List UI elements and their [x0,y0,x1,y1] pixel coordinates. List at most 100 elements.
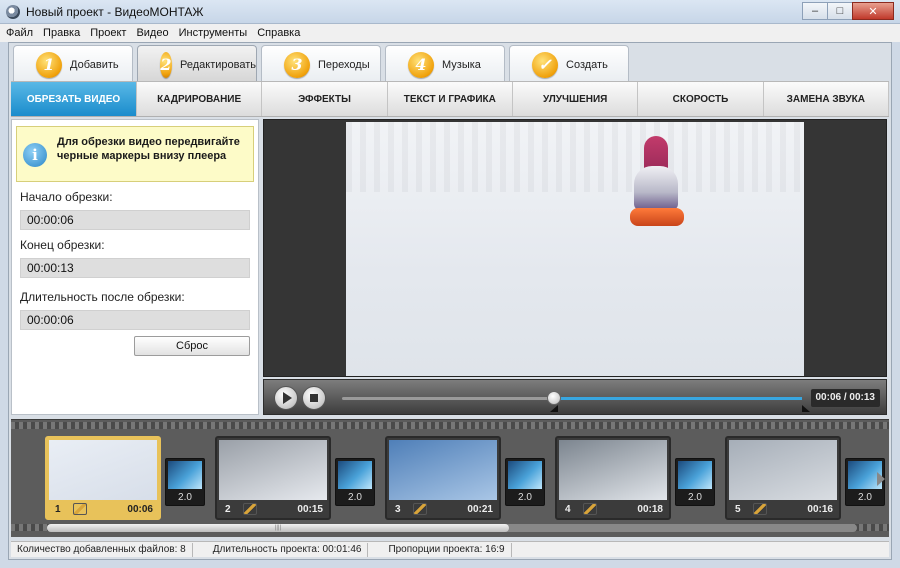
menu-project[interactable]: Проект [90,27,126,39]
status-aspect-ratio: Пропорции проекта: 16:9 [368,542,512,557]
transition-2[interactable]: 2.0 [335,458,375,506]
clip-duration: 00:18 [637,503,663,515]
clip-number: 3 [395,503,401,515]
step-label: Музыка [442,58,481,71]
transition-thumbnail [678,461,712,489]
background-trees [346,122,804,192]
step-label: Добавить [70,58,119,71]
film-strip-top [11,422,889,429]
kids-on-sled-image [630,136,684,232]
menu-video[interactable]: Видео [136,27,168,39]
minimize-button[interactable]: – [802,2,828,20]
step-label: Переходы [318,58,370,71]
transition-thumbnail [508,461,542,489]
info-hint: i Для обрезки видео передвигайте черные … [16,126,254,182]
main-frame: 1 Добавить 2 Редактировать 3 Переходы 4 … [8,42,892,560]
step-edit[interactable]: 2 Редактировать [137,45,257,83]
clip-number: 1 [55,503,61,515]
edit-pencil-icon[interactable] [583,503,597,515]
trim-start-marker[interactable] [550,405,558,412]
clip-number: 4 [565,503,571,515]
clip-5[interactable]: 5 00:16 [725,436,841,520]
menu-bar: Файл Правка Проект Видео Инструменты Спр… [0,24,900,42]
clip-4[interactable]: 4 00:18 [555,436,671,520]
trim-duration-field: 00:00:06 [20,310,250,330]
clip-3[interactable]: 3 00:21 [385,436,501,520]
step-number-badge: 3 [284,51,310,78]
info-icon: i [23,143,47,167]
video-frame[interactable] [346,122,804,376]
maximize-button[interactable]: □ [827,2,853,20]
clip-duration: 00:15 [297,503,323,515]
workflow-steps: 1 Добавить 2 Редактировать 3 Переходы 4 … [13,45,633,83]
edit-pencil-icon[interactable] [753,503,767,515]
transition-1[interactable]: 2.0 [165,458,205,506]
step-create[interactable]: ✓ Создать [509,45,629,83]
transition-4[interactable]: 2.0 [675,458,715,506]
timecode: 00:06 / 00:13 [810,389,880,407]
step-number-badge: 4 [408,51,434,78]
tab-effects[interactable]: ЭФФЕКТЫ [262,82,388,116]
clip-number: 2 [225,503,231,515]
clip-info: 1 00:06 [47,500,159,518]
step-number-badge: 1 [36,51,62,78]
play-button[interactable] [274,386,298,410]
close-button[interactable]: ✕ [852,2,894,20]
step-transitions[interactable]: 3 Переходы [261,45,381,83]
timeline-next-arrow-icon[interactable] [877,472,885,486]
title-bar: Новый проект - ВидеоМОНТАЖ – □ ✕ [0,0,900,24]
tab-crop[interactable]: КАДРИРОВАНИЕ [137,82,263,116]
player-controls: 00:06 / 00:13 [263,379,887,415]
info-text: Для обрезки видео передвигайте черные ма… [57,136,240,162]
transition-duration: 2.0 [518,492,532,503]
clip-info: 5 00:16 [727,500,839,518]
scrollbar-thumb[interactable]: |||| [47,524,509,532]
reset-button[interactable]: Сброс [134,336,250,356]
status-bar: Количество добавленных файлов: 8 Длитель… [11,541,889,557]
stop-button[interactable] [302,386,326,410]
transition-thumbnail [338,461,372,489]
trim-start-label: Начало обрезки: [20,190,113,204]
menu-help[interactable]: Справка [257,27,300,39]
timeline-scrollbar[interactable]: |||| [47,524,857,532]
transition-3[interactable]: 2.0 [505,458,545,506]
tab-text-graphics[interactable]: ТЕКСТ И ГРАФИКА [388,82,513,116]
tab-replace-sound[interactable]: ЗАМЕНА ЗВУКА [764,82,889,116]
transition-duration: 2.0 [858,492,872,503]
status-file-count: Количество добавленных файлов: 8 [11,542,193,557]
edit-tabs: ОБРЕЗАТЬ ВИДЕО КАДРИРОВАНИЕ ЭФФЕКТЫ ТЕКС… [11,81,889,117]
step-music[interactable]: 4 Музыка [385,45,505,83]
trim-end-field[interactable]: 00:00:13 [20,258,250,278]
tab-enhancements[interactable]: УЛУЧШЕНИЯ [513,82,639,116]
trim-start-field[interactable]: 00:00:06 [20,210,250,230]
clip-thumbnail [729,440,837,500]
edit-pencil-icon[interactable] [73,503,87,515]
trim-end-label: Конец обрезки: [20,238,105,252]
clip-info: 3 00:21 [387,500,499,518]
menu-tools[interactable]: Инструменты [179,27,248,39]
sled [630,208,684,226]
clip-thumbnail [559,440,667,500]
window-title: Новый проект - ВидеоМОНТАЖ [26,4,204,19]
clip-2[interactable]: 2 00:15 [215,436,331,520]
playhead-thumb[interactable] [546,391,561,405]
video-preview [263,119,887,377]
clip-duration: 00:06 [127,503,153,515]
clip-1[interactable]: 1 00:06 [45,436,161,520]
clip-thumbnail [49,440,157,500]
seek-track[interactable] [342,391,810,412]
clip-number: 5 [735,503,741,515]
transition-duration: 2.0 [348,492,362,503]
tab-trim-video[interactable]: ОБРЕЗАТЬ ВИДЕО [11,82,137,116]
edit-pencil-icon[interactable] [243,503,257,515]
step-add[interactable]: 1 Добавить [13,45,133,83]
edit-pencil-icon[interactable] [413,503,427,515]
clip-info: 2 00:15 [217,500,329,518]
step-label: Редактировать [180,58,256,71]
transition-duration: 2.0 [178,492,192,503]
trim-end-marker[interactable] [802,405,810,412]
menu-edit[interactable]: Правка [43,27,80,39]
menu-file[interactable]: Файл [6,27,33,39]
transition-duration: 2.0 [688,492,702,503]
tab-speed[interactable]: СКОРОСТЬ [638,82,764,116]
